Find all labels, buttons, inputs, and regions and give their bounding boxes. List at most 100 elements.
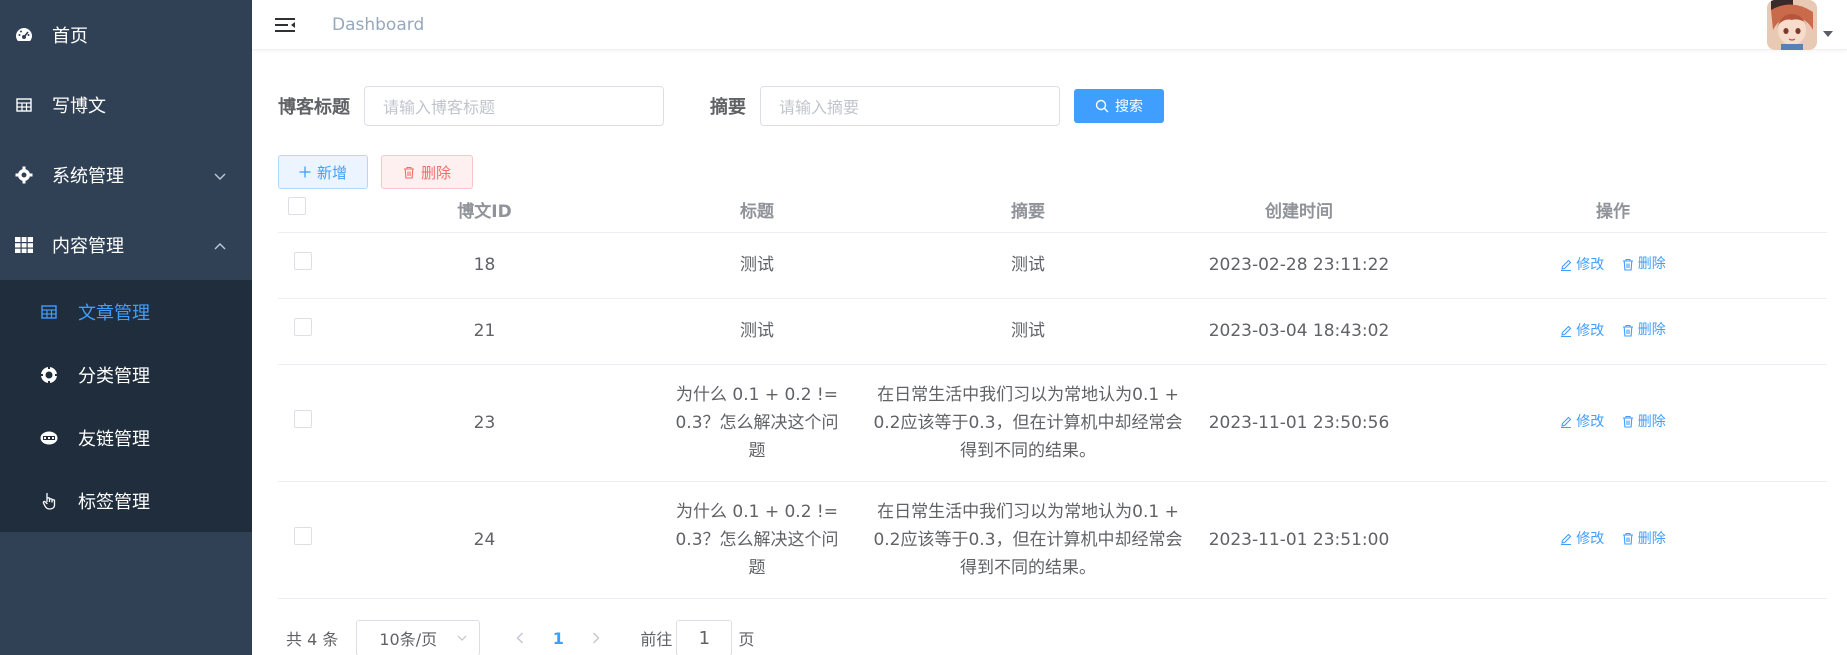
goto-page-input[interactable]: 1	[676, 620, 733, 655]
delete-button[interactable]: 删除	[1622, 525, 1666, 553]
cell-id: 21	[312, 298, 657, 365]
sidebar-item-label: 内容管理	[52, 236, 124, 257]
sidebar-item-label: 写博文	[52, 96, 106, 117]
chevron-up-icon	[214, 235, 226, 256]
goto-page-value: 1	[698, 627, 711, 649]
sidebar-item-label: 分类管理	[78, 365, 150, 387]
search-icon	[1095, 99, 1109, 113]
table-row: 18 测试 测试 2023-02-28 23:11:22 修改 删除	[278, 232, 1827, 299]
summary-search-input[interactable]: 请输入摘要	[760, 86, 1060, 126]
edit-button[interactable]: 修改	[1560, 408, 1604, 436]
summary-label: 摘要	[710, 97, 746, 118]
edit-icon	[1561, 416, 1572, 429]
column-header-created[interactable]: 创建时间	[1199, 197, 1399, 233]
sidebar: 首页 写博文 系统管理 内容管理 文章管理 分类管理 友链管理 标签管理	[0, 0, 252, 655]
chevron-down-icon	[214, 165, 226, 186]
delete-button[interactable]: 删除	[1622, 250, 1666, 278]
goto-label: 前往	[640, 630, 673, 649]
cell-created: 2023-11-01 23:51:00	[1199, 481, 1399, 599]
sidebar-item-tags[interactable]: 标签管理	[0, 469, 252, 532]
sidebar-item-write-post[interactable]: 写博文	[0, 70, 252, 140]
user-menu[interactable]	[1767, 0, 1833, 50]
lifebuoy-icon	[40, 365, 58, 384]
page-size-select[interactable]: 10条/页	[356, 620, 481, 655]
trash-icon	[1622, 324, 1633, 337]
plus-icon	[299, 166, 311, 178]
sidebar-item-links[interactable]: 友链管理	[0, 406, 252, 469]
cell-summary: 测试	[857, 232, 1199, 299]
breadcrumb[interactable]: Dashboard	[332, 15, 424, 35]
cell-id: 24	[312, 481, 657, 599]
table-icon	[40, 303, 58, 321]
table-row: 24 为什么 0.1 + 0.2 != 0.3？怎么解决这个问题 在日常生活中我…	[278, 481, 1827, 599]
chevron-right-icon	[593, 632, 600, 644]
cell-summary: 在日常生活中我们习以为常地认为0.1 + 0.2应该等于0.3，但在计算机中却经…	[857, 364, 1199, 482]
trash-icon	[1622, 416, 1633, 428]
delete-button[interactable]: 删除	[1622, 408, 1666, 436]
cell-title: 测试	[657, 232, 857, 299]
table-icon	[14, 95, 34, 115]
search-button-label: 搜索	[1115, 99, 1143, 115]
edit-icon	[1561, 533, 1572, 546]
action-bar: 新增 删除	[278, 155, 1827, 189]
search-button[interactable]: 搜索	[1074, 89, 1164, 123]
sidebar-item-system[interactable]: 系统管理	[0, 140, 252, 210]
sidebar-item-label: 文章管理	[78, 302, 150, 324]
sidebar-item-articles[interactable]: 文章管理	[0, 280, 252, 343]
pointer-icon	[40, 492, 58, 510]
row-checkbox[interactable]	[294, 252, 312, 270]
bulk-delete-button[interactable]: 删除	[381, 155, 473, 189]
page-number-current[interactable]: 1	[538, 629, 578, 648]
chevron-left-icon	[516, 632, 524, 644]
sidebar-item-categories[interactable]: 分类管理	[0, 343, 252, 406]
cell-summary: 测试	[857, 298, 1199, 365]
table-header-row: 博文ID 标题 摘要 创建时间 操作	[278, 197, 1827, 233]
articles-table: 博文ID 标题 摘要 创建时间 操作 18 测试 测试 2023-02-28 2…	[278, 197, 1827, 599]
title-search-input[interactable]: 请输入博客标题	[364, 86, 664, 126]
cell-title: 为什么 0.1 + 0.2 != 0.3？怎么解决这个问题	[657, 364, 857, 482]
edit-button[interactable]: 修改	[1560, 317, 1604, 345]
cell-id: 23	[312, 364, 657, 482]
prev-page-button[interactable]	[502, 620, 538, 655]
navbar: Dashboard	[252, 0, 1847, 50]
submenu-content: 文章管理 分类管理 友链管理 标签管理	[0, 280, 252, 532]
row-checkbox[interactable]	[294, 526, 312, 545]
avatar[interactable]	[1767, 0, 1817, 50]
page-size-value: 10条/页	[379, 630, 438, 649]
dashboard-icon	[14, 25, 34, 45]
cell-created: 2023-03-04 18:43:02	[1199, 298, 1399, 365]
column-header-summary[interactable]: 摘要	[857, 197, 1199, 233]
app-root: 首页 写博文 系统管理 内容管理 文章管理 分类管理 友链管理 标签管理 Das…	[0, 0, 1847, 655]
next-page-button[interactable]	[578, 620, 614, 655]
table-row: 21 测试 测试 2023-03-04 18:43:02 修改 删除	[278, 298, 1827, 365]
sidebar-item-content[interactable]: 内容管理	[0, 210, 252, 280]
grid-icon	[14, 235, 34, 255]
add-button-label: 新增	[316, 163, 347, 182]
column-header-id[interactable]: 博文ID	[312, 197, 657, 233]
chevron-down-icon	[457, 635, 467, 641]
menu-fold-icon	[275, 17, 295, 32]
sidebar-item-label: 标签管理	[78, 491, 150, 513]
pagination: 共 4 条 10条/页 1 前往 1 页	[278, 620, 754, 655]
cell-created: 2023-11-01 23:50:56	[1199, 364, 1399, 482]
main-area: Dashboard 博客标题 请输入博客标题 摘要 请输入摘要 搜索 新增 删除…	[252, 0, 1847, 655]
trash-icon	[403, 166, 415, 179]
sidebar-item-home[interactable]: 首页	[0, 0, 252, 70]
cell-title: 测试	[657, 298, 857, 365]
column-header-title[interactable]: 标题	[657, 197, 857, 233]
hamburger-toggle[interactable]	[272, 12, 298, 38]
caret-down-icon	[1823, 31, 1833, 37]
sidebar-item-label: 友链管理	[78, 428, 150, 450]
pagination-total: 共 4 条	[286, 630, 339, 649]
select-all-checkbox[interactable]	[288, 197, 306, 215]
row-checkbox[interactable]	[294, 318, 312, 336]
delete-button[interactable]: 删除	[1622, 316, 1666, 344]
add-button[interactable]: 新增	[278, 155, 368, 189]
title-label: 博客标题	[278, 97, 350, 118]
title-placeholder: 请输入博客标题	[383, 98, 496, 117]
search-form: 博客标题 请输入博客标题 摘要 请输入摘要 搜索	[278, 86, 1827, 126]
edit-button[interactable]: 修改	[1560, 525, 1604, 553]
row-checkbox[interactable]	[294, 409, 312, 428]
edit-button[interactable]: 修改	[1560, 251, 1604, 279]
trash-icon	[1622, 533, 1633, 545]
